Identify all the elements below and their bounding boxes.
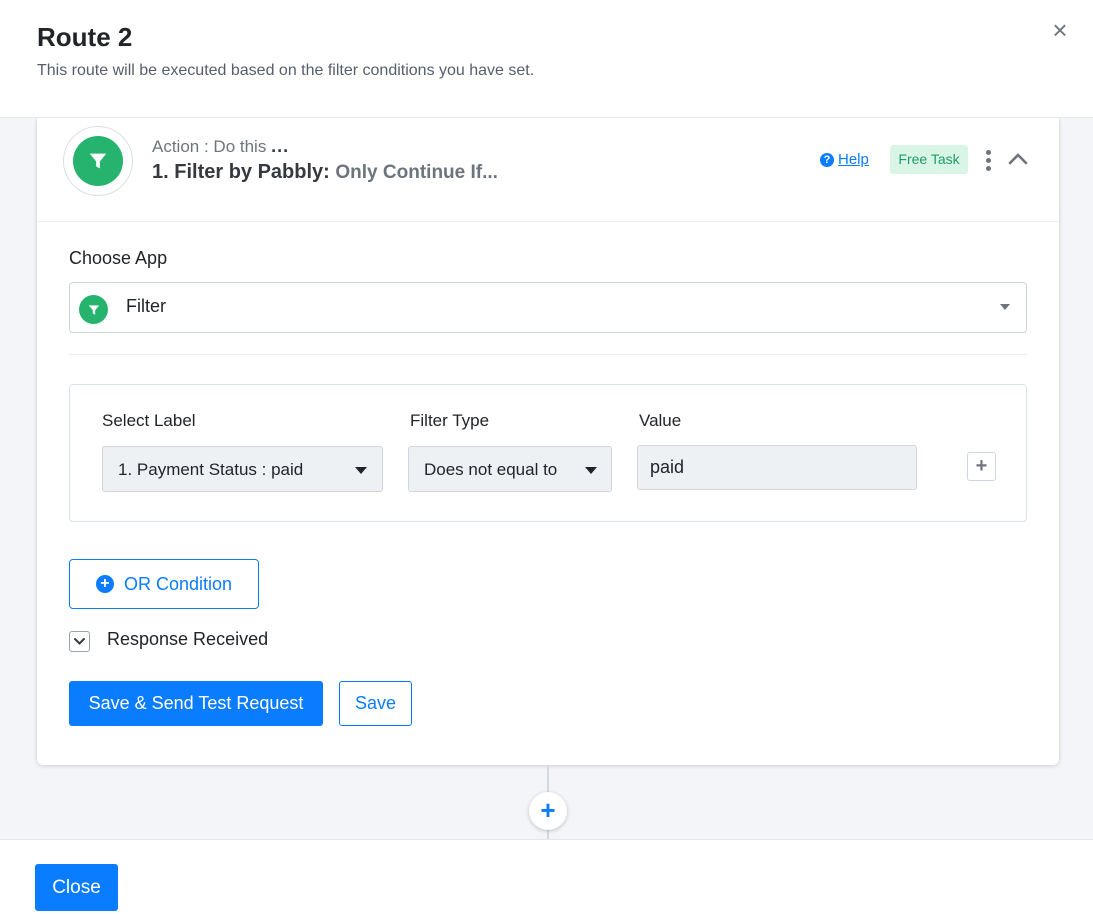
divider [69, 354, 1027, 355]
action-prefix: Action : Do this [152, 137, 272, 156]
modal-footer: Close [0, 839, 1093, 915]
select-label-value: 1. Payment Status : paid [118, 460, 304, 479]
select-label-dropdown[interactable]: 1. Payment Status : paid [102, 446, 383, 492]
modal-header: Route 2 This route will be executed base… [0, 0, 1093, 118]
app-select[interactable]: Filter [69, 282, 1027, 333]
filter-icon [79, 295, 108, 324]
or-condition-label: OR Condition [123, 573, 233, 594]
chevron-up-icon[interactable] [1007, 150, 1029, 168]
select-label-header: Select Label [102, 411, 196, 430]
step-subtitle: Only Continue If... [335, 162, 498, 183]
modal-subtitle: This route will be executed based on the… [37, 62, 535, 79]
free-task-badge: Free Task [890, 145, 968, 174]
response-received-label: Response Received [107, 629, 269, 649]
caret-down-icon [355, 467, 367, 474]
choose-app-label: Choose App [69, 248, 168, 268]
value-input[interactable]: paid [637, 445, 917, 490]
or-condition-button[interactable]: + OR Condition [69, 559, 259, 609]
save-button[interactable]: Save [339, 681, 412, 726]
step-header: Action : Do this ... 1. Filter by Pabbly… [37, 118, 1059, 222]
filter-type-dropdown[interactable]: Does not equal to [408, 446, 612, 492]
question-circle-icon: ? [820, 152, 834, 167]
close-icon[interactable]: × [1049, 17, 1071, 43]
response-toggle[interactable] [69, 631, 90, 652]
step-title: 1. Filter by Pabbly: Only Continue If... [152, 161, 498, 184]
caret-down-icon [1000, 304, 1010, 310]
filter-icon [73, 136, 123, 186]
filter-type-value: Does not equal to [424, 460, 558, 479]
app-logo [63, 126, 133, 196]
help-label: Help [838, 151, 869, 168]
filter-type-header: Filter Type [410, 411, 490, 430]
chevron-down-icon [74, 638, 85, 645]
caret-down-icon [585, 467, 597, 474]
step-card: Action : Do this ... 1. Filter by Pabbly… [37, 118, 1059, 765]
add-step-button[interactable]: + [529, 792, 567, 830]
step-title-text: 1. Filter by Pabbly: [152, 161, 330, 183]
modal-body: Action : Do this ... 1. Filter by Pabbly… [0, 118, 1093, 839]
add-condition-button[interactable]: + [967, 452, 996, 481]
save-send-test-button[interactable]: Save & Send Test Request [69, 681, 323, 726]
help-link[interactable]: ? Help [820, 151, 869, 168]
action-dots: ... [271, 136, 290, 156]
plus-circle-icon: + [95, 575, 114, 593]
kebab-menu-icon[interactable] [981, 148, 995, 172]
action-label: Action : Do this ... [152, 136, 289, 157]
close-button[interactable]: Close [35, 864, 118, 911]
app-select-value: Filter [126, 296, 166, 316]
modal-title: Route 2 [37, 22, 133, 52]
value-header: Value [639, 411, 682, 430]
filter-condition-box: Select Label Filter Type Value 1. Paymen… [69, 384, 1027, 522]
